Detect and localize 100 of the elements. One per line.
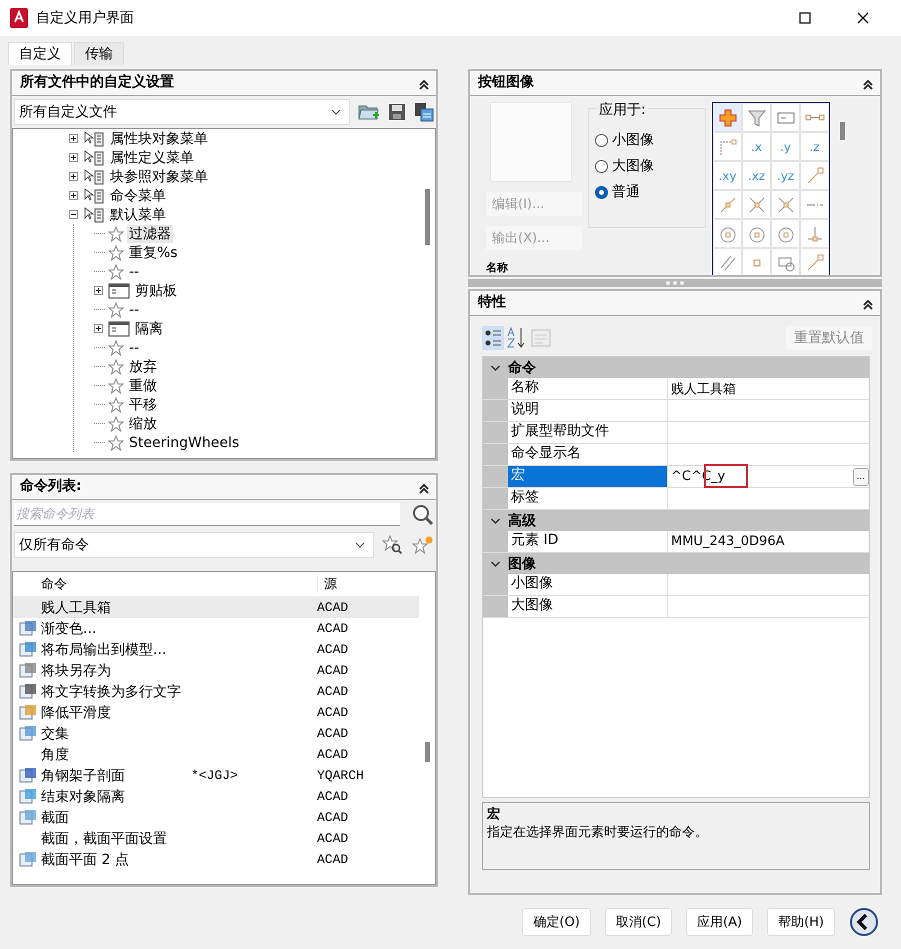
- splitter-handle[interactable]: [468, 279, 882, 287]
- property-name[interactable]: 宏: [508, 466, 668, 487]
- scrollbar-thumb[interactable]: [425, 189, 430, 245]
- tree-item[interactable]: 重复%s: [127, 244, 180, 262]
- dialog-button[interactable]: 应用(A): [686, 908, 754, 936]
- command-row[interactable]: 降低平滑度 ACAD: [13, 702, 419, 723]
- tab[interactable]: 自定义: [8, 42, 72, 65]
- dialog-button[interactable]: 帮助(H): [767, 908, 835, 936]
- image-cell[interactable]: [713, 103, 742, 132]
- command-row[interactable]: 截面 ACAD: [13, 807, 419, 828]
- save-icon[interactable]: [388, 103, 406, 121]
- maximize-icon[interactable]: [799, 12, 811, 24]
- tree-item[interactable]: --: [127, 264, 142, 280]
- star-search-icon[interactable]: [382, 535, 404, 555]
- category-header[interactable]: 图像: [483, 553, 869, 574]
- collapse-icon[interactable]: [862, 299, 874, 311]
- property-name[interactable]: 命令显示名: [508, 444, 668, 465]
- property-name[interactable]: 扩展型帮助文件: [508, 422, 668, 443]
- category-header[interactable]: 高级: [483, 510, 869, 531]
- image-cell[interactable]: [800, 161, 829, 190]
- file-dropdown[interactable]: 所有自定义文件: [14, 99, 350, 125]
- command-row[interactable]: 角度 ACAD: [13, 744, 419, 765]
- image-cell[interactable]: [800, 103, 829, 132]
- image-cell[interactable]: [713, 132, 742, 161]
- collapse-icon[interactable]: [418, 79, 430, 91]
- new-star-icon[interactable]: [412, 535, 434, 555]
- image-cell[interactable]: [742, 248, 771, 275]
- scrollbar-thumb[interactable]: [840, 122, 845, 140]
- tree-item[interactable]: 属性块对象菜单: [108, 130, 210, 148]
- filter-dropdown[interactable]: 仅所有命令: [14, 532, 374, 558]
- image-cell[interactable]: [800, 248, 829, 275]
- windows-icon[interactable]: [414, 102, 434, 122]
- column-header[interactable]: 命令: [41, 575, 317, 593]
- plus-icon[interactable]: [69, 191, 78, 200]
- browse-button[interactable]: ...: [852, 468, 869, 486]
- command-row[interactable]: 角钢架子剖面 *<JGJ> YQARCH: [13, 765, 419, 786]
- image-cell[interactable]: [771, 248, 800, 275]
- tree-item[interactable]: 默认菜单: [108, 206, 168, 224]
- image-cell[interactable]: [800, 219, 829, 248]
- radio-option[interactable]: 普通: [595, 183, 705, 201]
- plus-icon[interactable]: [94, 324, 103, 333]
- tree-item[interactable]: 放弃: [127, 358, 159, 376]
- image-cell[interactable]: [713, 248, 742, 275]
- category-header[interactable]: 命令: [483, 357, 869, 378]
- tree-item[interactable]: SteeringWheels: [127, 434, 242, 450]
- tree-item[interactable]: 平移: [127, 396, 159, 414]
- plus-icon[interactable]: [69, 153, 78, 162]
- tree-item[interactable]: 缩放: [127, 414, 159, 432]
- image-cell[interactable]: [771, 190, 800, 219]
- command-row[interactable]: 贱人工具箱 ACAD: [13, 597, 419, 618]
- image-cell[interactable]: [713, 190, 742, 219]
- collapse-icon[interactable]: [862, 79, 874, 91]
- tree-item[interactable]: 命令菜单: [108, 186, 168, 204]
- tree-item[interactable]: 块参照对象菜单: [108, 168, 210, 186]
- property-name[interactable]: 名称: [508, 378, 668, 399]
- property-value[interactable]: MMU_243_0D96A: [671, 534, 784, 549]
- image-cell[interactable]: [800, 190, 829, 219]
- command-row[interactable]: 渐变色... ACAD: [13, 618, 419, 639]
- search-field[interactable]: 搜索命令列表: [14, 503, 400, 526]
- property-value[interactable]: 贱人工具箱: [671, 380, 736, 398]
- command-row[interactable]: 将文字转换为多行文字 ACAD: [13, 681, 419, 702]
- search-icon[interactable]: [412, 504, 434, 526]
- tree-item[interactable]: 重做: [127, 376, 159, 394]
- radio-option[interactable]: 小图像: [595, 131, 705, 149]
- property-name[interactable]: 说明: [508, 400, 668, 421]
- command-row[interactable]: 截面，截面平面设置 ACAD: [13, 828, 419, 849]
- property-name[interactable]: 大图像: [508, 596, 668, 617]
- close-icon[interactable]: [857, 12, 869, 24]
- categorized-icon[interactable]: [482, 326, 504, 350]
- dialog-button[interactable]: 取消(C): [604, 908, 672, 936]
- minus-icon[interactable]: [69, 210, 78, 219]
- command-row[interactable]: 交集 ACAD: [13, 723, 419, 744]
- command-row[interactable]: 将布局输出到模型... ACAD: [13, 639, 419, 660]
- command-row[interactable]: 将块另存为 ACAD: [13, 660, 419, 681]
- plus-icon[interactable]: [94, 286, 103, 295]
- tree-item[interactable]: 剪贴板: [133, 282, 179, 300]
- tree-item[interactable]: --: [127, 340, 142, 356]
- tab[interactable]: 传输: [74, 42, 124, 65]
- image-cell[interactable]: [771, 219, 800, 248]
- plus-icon[interactable]: [69, 134, 78, 143]
- image-cell[interactable]: [713, 219, 742, 248]
- tree-item[interactable]: 过滤器: [127, 224, 173, 242]
- scrollbar-thumb[interactable]: [425, 742, 430, 762]
- tree-item[interactable]: 属性定义菜单: [108, 148, 196, 166]
- image-cell[interactable]: [742, 190, 771, 219]
- dialog-button[interactable]: 确定(O): [522, 908, 591, 936]
- property-name[interactable]: 标签: [508, 488, 668, 509]
- command-row[interactable]: 截面平面 2 点 ACAD: [13, 849, 419, 870]
- column-header[interactable]: 源: [317, 575, 384, 593]
- collapse-icon[interactable]: [418, 483, 430, 495]
- property-name[interactable]: 小图像: [508, 574, 668, 595]
- image-cell[interactable]: [771, 103, 800, 132]
- tree-item[interactable]: 隔离: [133, 320, 165, 338]
- image-cell[interactable]: [742, 219, 771, 248]
- property-name[interactable]: 元素 ID: [508, 531, 668, 552]
- image-cell[interactable]: [742, 103, 771, 132]
- tree-item[interactable]: --: [127, 302, 142, 318]
- command-row[interactable]: 结束对象隔离 ACAD: [13, 786, 419, 807]
- plus-icon[interactable]: [69, 172, 78, 181]
- radio-option[interactable]: 大图像: [595, 157, 705, 175]
